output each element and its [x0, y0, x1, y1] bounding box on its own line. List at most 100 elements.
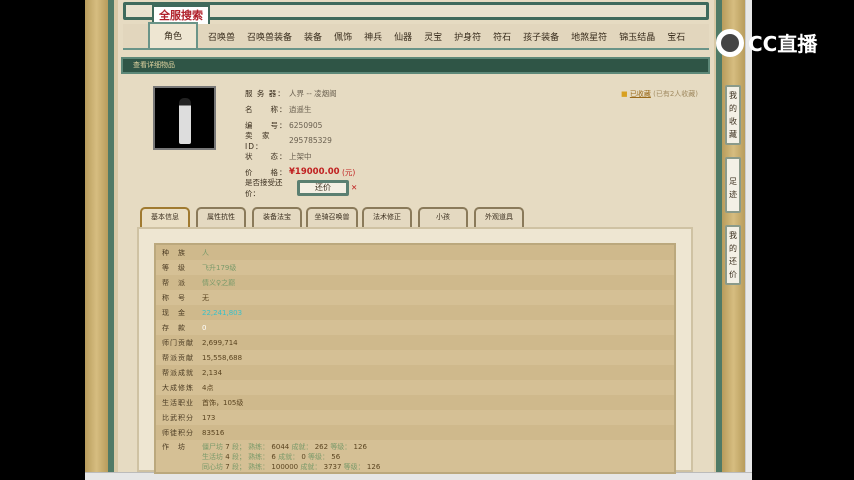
table-row: 存 款 0: [156, 320, 674, 335]
browser-page: 我的收藏 足迹 我的还价 全服搜索 角色 召唤兽 召唤兽装备 装备 佩饰 神兵 仙器 灵宝 护身…: [85, 0, 752, 480]
tab-2[interactable]: 召唤兽装备: [241, 30, 298, 48]
row-label: 帮派贡献: [162, 353, 194, 362]
left-border-line: [108, 0, 114, 472]
seller-id-value: 295785329: [289, 136, 332, 146]
basic-info-table: 种 族 人等 级 飞升179级帮 派 情义♀之巅称 号 无现 金 22,241,803 存 …: [154, 243, 676, 474]
label: 状 态：: [245, 152, 288, 162]
tab-7[interactable]: 灵宝: [418, 30, 448, 48]
my-favorites-button[interactable]: 我的收藏: [725, 85, 741, 145]
row-label: 存 款: [162, 323, 186, 332]
tab-4[interactable]: 佩饰: [328, 30, 358, 48]
workshop-row: 作 坊 僵尸坊 7 段； 熟练： 6044 成就： 262 等级： 126 生活坊 …: [156, 440, 674, 472]
row-value: 0: [202, 323, 207, 332]
footprints-button[interactable]: 足迹: [725, 157, 741, 213]
row-value: 4点: [202, 383, 214, 392]
favorite-status: ■ 已收藏 (已有2人收藏): [621, 89, 698, 99]
row-value: 22,241,803: [202, 308, 243, 317]
detail-tab-5[interactable]: 小孩: [418, 207, 468, 227]
table-row: 帮派成就 2,134: [156, 365, 674, 380]
row-label: 生活职业: [162, 398, 194, 407]
tab-11[interactable]: 地煞星符: [565, 30, 613, 48]
close-icon: ✕: [351, 183, 358, 193]
tab-12[interactable]: 锦玉结晶: [613, 30, 661, 48]
row-value: 2,134: [202, 368, 223, 377]
table-row: 大成修炼 4点: [156, 380, 674, 395]
table-row: 帮派贡献 15,558,688: [156, 350, 674, 365]
section-title: 查看详细物品: [121, 57, 710, 74]
tab-13[interactable]: 宝石: [661, 30, 691, 48]
row-value: 僵尸坊 7 段； 熟练： 6044 成就： 262 等级： 126 生活坊 4 段…: [202, 442, 380, 472]
row-value: 首饰，105级: [202, 398, 244, 407]
price-value: ¥19000.00: [289, 167, 340, 178]
table-row: 师徒积分 83516: [156, 425, 674, 440]
row-value: 15,558,688: [202, 353, 243, 362]
table-row: 帮 派 情义♀之巅: [156, 275, 674, 290]
table-row: 等 级 飞升179级: [156, 260, 674, 275]
row-label: 等 级: [162, 263, 186, 272]
search-header: 全服搜索: [123, 2, 709, 27]
workshop-line: 同心坊 7 段； 熟练： 100000 成就： 3737 等级： 126: [202, 463, 381, 471]
tab-1[interactable]: 召唤兽: [202, 30, 241, 48]
cc-live-watermark: CC直播: [716, 28, 817, 57]
favorite-count: (已有2人收藏): [653, 90, 699, 98]
label: 名 称：: [245, 105, 288, 115]
table-row: 种 族人: [156, 245, 674, 260]
row-label: 比武积分: [162, 413, 194, 422]
tab-3[interactable]: 装备: [298, 30, 328, 48]
row-value: 83516: [202, 428, 225, 437]
detail-tab-3[interactable]: 坐骑召唤兽: [306, 207, 358, 227]
detail-tab-1[interactable]: 属性抗性: [196, 207, 246, 227]
table-row: 现 金 22,241,803: [156, 305, 674, 320]
row-value: 情义♀之巅: [202, 278, 236, 287]
favorite-link[interactable]: 已收藏: [630, 90, 651, 98]
table-row: 比武积分 173: [156, 410, 674, 425]
tab-0[interactable]: 角色: [148, 22, 199, 48]
server-value: 人界 -- 凌烟阁: [289, 89, 337, 99]
workshop-line: 僵尸坊 7 段； 熟练： 6044 成就： 262 等级： 126: [202, 443, 367, 451]
table-row: 师门贡献 2,699,714: [156, 335, 674, 350]
character-avatar: [153, 86, 216, 150]
folder-icon: ■: [621, 90, 628, 98]
left-border: [85, 0, 108, 472]
item-info: 服 务 器： 人界 -- 凌烟阁 名 称： 逍遥生 编 号： 6250905 卖 家 …: [245, 86, 358, 198]
detail-tab-4[interactable]: 法术修正: [362, 207, 412, 227]
row-label: 帮派成就: [162, 368, 194, 377]
status-value: 上架中: [289, 152, 312, 162]
name-value: 逍遥生: [289, 105, 312, 115]
detail-tab-6[interactable]: 外观道具: [474, 207, 524, 227]
row-label: 师徒积分: [162, 428, 194, 437]
watermark-text: CC直播: [748, 32, 818, 56]
detail-tab-2[interactable]: 装备法宝: [252, 207, 302, 227]
my-offers-button[interactable]: 我的还价: [725, 225, 741, 285]
id-value: 6250905: [289, 120, 323, 130]
right-sidebar: 我的收藏 足迹 我的还价: [722, 0, 745, 472]
row-value: 人: [202, 248, 209, 257]
main-content: 全服搜索 角色 召唤兽 召唤兽装备 装备 佩饰 神兵 仙器 灵宝 护身符 符石 孩子装备 地煞星符 锦玉…: [118, 0, 714, 474]
table-row: 生活职业 首饰，105级: [156, 395, 674, 410]
tab-9[interactable]: 符石: [487, 30, 517, 48]
tab-6[interactable]: 仙器: [388, 30, 418, 48]
row-label: 现 金: [162, 308, 186, 317]
label: 服 务 器：: [245, 89, 286, 99]
counter-offer-button[interactable]: 还价: [297, 179, 349, 196]
row-value: 无: [202, 293, 209, 302]
workshop-line: 生活坊 4 段； 熟练： 6 成就： 0 等级： 56: [202, 453, 341, 461]
tab-5[interactable]: 神兵: [358, 30, 388, 48]
row-label: 师门贡献: [162, 338, 194, 347]
tab-8[interactable]: 护身符: [448, 30, 487, 48]
price-unit: (元): [341, 167, 356, 177]
row-label: 作 坊: [162, 443, 186, 451]
cc-logo-icon: [716, 28, 744, 57]
tab-10[interactable]: 孩子装备: [517, 30, 565, 48]
row-label: 大成修炼: [162, 383, 194, 392]
detail-tab-0[interactable]: 基本信息: [140, 207, 190, 227]
category-tabs: 角色 召唤兽 召唤兽装备 装备 佩饰 神兵 仙器 灵宝 护身符 符石 孩子装备 地煞星符 锦玉结晶 宝石: [123, 22, 709, 50]
row-label: 种 族: [162, 248, 186, 257]
row-value: 173: [202, 413, 216, 422]
label: 卖 家 ID：: [245, 130, 279, 151]
vertical-scrollbar[interactable]: [745, 0, 752, 472]
row-value: 飞升179级: [202, 263, 237, 272]
row-value: 2,699,714: [202, 338, 238, 347]
row-label: 帮 派: [162, 278, 186, 287]
label: 是否接受还价：: [245, 177, 283, 198]
